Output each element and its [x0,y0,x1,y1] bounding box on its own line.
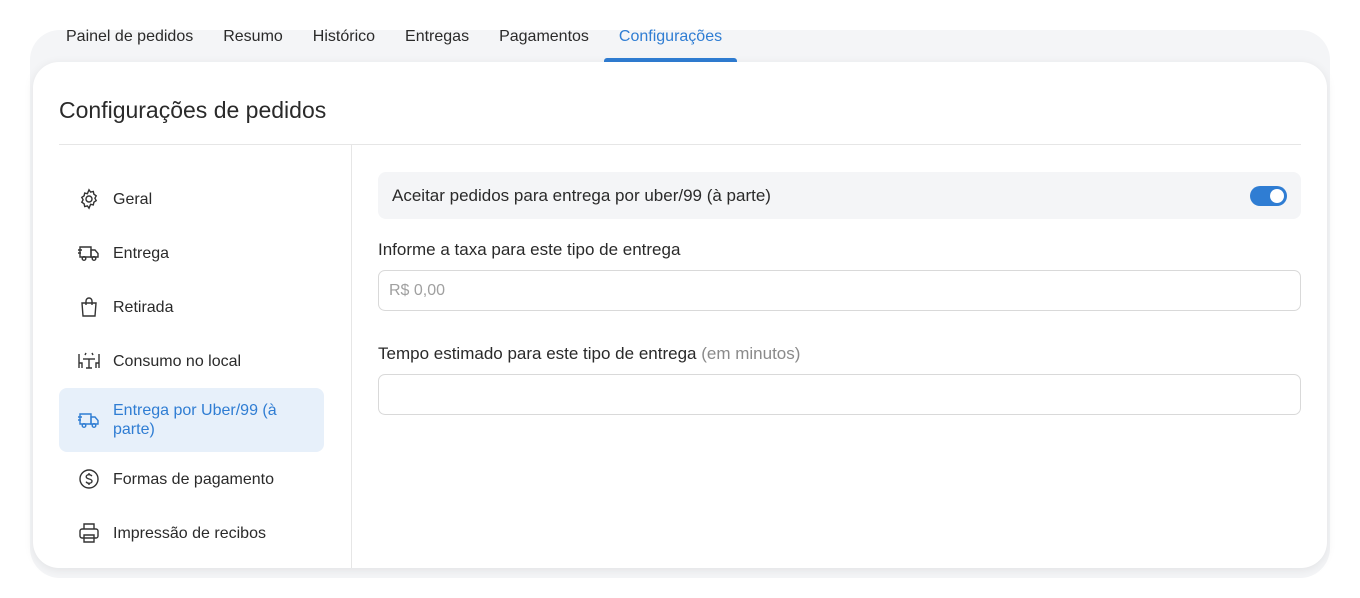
tab-historico[interactable]: Histórico [298,16,390,62]
time-label-text: Tempo estimado para este tipo de entrega [378,344,697,363]
tab-resumo[interactable]: Resumo [208,16,298,62]
top-tabs: Painel de pedidos Resumo Histórico Entre… [51,16,738,62]
tab-entregas[interactable]: Entregas [390,16,484,62]
tab-configuracoes[interactable]: Configurações [603,16,738,62]
sidebar-item-formas-de-pagamento[interactable]: Formas de pagamento [59,452,324,506]
tab-painel-de-pedidos[interactable]: Painel de pedidos [51,16,208,62]
title-divider [59,144,1301,145]
sidebar-item-label: Formas de pagamento [113,470,274,488]
time-input[interactable] [378,374,1301,415]
delivery-truck-icon [77,241,101,265]
delivery-truck-icon [77,408,101,432]
sidebar-item-entrega[interactable]: Entrega [59,226,324,280]
settings-card: Configurações de pedidos Geral Entrega R… [33,62,1327,568]
sidebar-item-impressao-de-recibos[interactable]: Impressão de recibos [59,506,324,560]
sidebar-item-label: Entrega [113,244,170,262]
printer-icon [77,521,101,545]
table-chairs-icon [77,349,101,373]
fee-input[interactable] [378,270,1301,311]
time-label: Tempo estimado para este tipo de entrega… [378,344,1301,364]
fee-label-text: Informe a taxa para este tipo de entrega [378,240,681,259]
sidebar-item-label: Entrega por Uber/99 (à parte) [113,402,277,438]
settings-sidebar: Geral Entrega Retirada Consumo no local … [59,172,324,560]
tab-pagamentos[interactable]: Pagamentos [484,16,604,62]
fee-label: Informe a taxa para este tipo de entrega [378,240,1301,260]
sidebar-item-entrega-uber-99[interactable]: Entrega por Uber/99 (à parte) [59,388,324,452]
sidebar-item-label: Geral [113,190,153,208]
settings-content: Aceitar pedidos para entrega por uber/99… [378,172,1301,415]
sidebar-item-label: Retirada [113,298,174,316]
time-label-hint: (em minutos) [701,344,801,363]
dollar-circle-icon [77,467,101,491]
accept-orders-label: Aceitar pedidos para entrega por uber/99… [392,185,771,205]
gear-icon [77,187,101,211]
sidebar-item-label: Impressão de recibos [113,524,266,542]
accept-orders-toggle[interactable] [1250,185,1287,206]
sidebar-divider [351,145,352,568]
accept-orders-row: Aceitar pedidos para entrega por uber/99… [378,172,1301,219]
sidebar-item-geral[interactable]: Geral [59,172,324,226]
sidebar-item-retirada[interactable]: Retirada [59,280,324,334]
sidebar-item-consumo-no-local[interactable]: Consumo no local [59,334,324,388]
shopping-bag-icon [77,295,101,319]
sidebar-item-label: Consumo no local [113,352,242,370]
page-title: Configurações de pedidos [59,97,327,123]
